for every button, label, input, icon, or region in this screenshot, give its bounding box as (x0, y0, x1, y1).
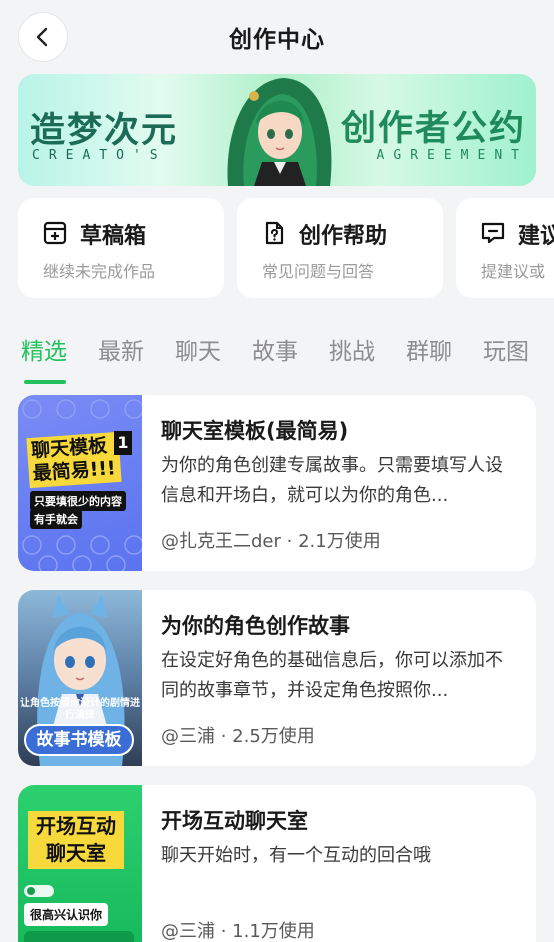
creation-help-title: 创作帮助 (299, 224, 388, 249)
active-tab-indicator (24, 380, 66, 384)
anime-character-illustration (227, 78, 332, 186)
creator-agreement-banner[interactable]: 造梦次元 CREATO'S 创作者公约 AGREEMENT (18, 74, 536, 186)
template-author-usage: @三浦 · 2.5万使用 (161, 726, 315, 747)
tab-image-play[interactable]: 玩图 (483, 332, 529, 366)
category-tabs: 精选 最新 聊天 故事 挑战 群聊 玩图 (0, 330, 554, 386)
drafts-title: 草稿箱 (80, 224, 147, 249)
template-description: 聊天开始时，有一个互动的回合哦 (161, 845, 431, 866)
banner-agreement-title: 创作者公约 (340, 109, 526, 149)
template-description: 在设定好角色的基础信息后，你可以添加不同的故事章节，并设定角色按照你... (161, 650, 503, 701)
drafts-subtitle: 继续未完成作品 (43, 262, 156, 281)
thumbnail-pill: 故事书模板 (24, 724, 134, 756)
template-title: 聊天室模板(最简易) (161, 419, 349, 443)
template-title: 为你的角色创作故事 (161, 614, 350, 638)
template-thumbnail: 让角色按照你设计的剧情进行演绎 故事书模板 (18, 590, 142, 766)
tab-featured[interactable]: 精选 (21, 332, 67, 366)
banner-brand-subtitle: CREATO'S (32, 148, 167, 163)
thumbnail-caption: 让角色按照你设计的剧情进行演绎 (20, 698, 140, 721)
thumbnail-label: 聊天模板 最简易!!! (26, 431, 122, 489)
tab-challenge[interactable]: 挑战 (329, 332, 375, 366)
tab-group-chat[interactable]: 群聊 (406, 332, 452, 366)
suggestions-card[interactable]: 建议 提建议或 (456, 198, 554, 298)
header: 创作中心 (0, 0, 554, 72)
template-card[interactable]: 让角色按照你设计的剧情进行演绎 故事书模板 为你的角色创作故事 在设定好角色的基… (18, 590, 536, 766)
quick-actions-row: 草稿箱 继续未完成作品 创作帮助 常见问题与回答 建议 提建议或 (18, 198, 554, 298)
page-title: 创作中心 (229, 27, 325, 53)
banner-agreement-subtitle: AGREEMENT (376, 148, 528, 163)
tab-chat[interactable]: 聊天 (175, 332, 221, 366)
template-card[interactable]: 开场互动 聊天室 很高兴认识你 开场互动聊天室 聊天开始时，有一个互动的回合哦 … (18, 785, 536, 942)
creation-help-subtitle: 常见问题与回答 (262, 262, 375, 281)
template-title: 开场互动聊天室 (161, 809, 308, 833)
template-author-usage: @扎克王二der · 2.1万使用 (161, 531, 381, 552)
suggestions-subtitle: 提建议或 (481, 262, 546, 281)
template-author-usage: @三浦 · 1.1万使用 (161, 921, 315, 942)
template-description: 为你的角色创建专属故事。只需要填写人设信息和开场白，就可以为你的角色... (161, 455, 503, 506)
drafts-card[interactable]: 草稿箱 继续未完成作品 (18, 198, 224, 298)
banner-brand-title: 造梦次元 (30, 111, 179, 151)
thumbnail-chat-bubble: 很高兴认识你 (24, 903, 109, 926)
thumbnail-tag: 只要填很少的内容 (30, 491, 126, 511)
tab-story[interactable]: 故事 (252, 332, 298, 366)
template-card[interactable]: 聊天模板 最简易!!! 1 只要填很少的内容 有手就会 聊天室模板(最简易) 为… (18, 395, 536, 571)
document-help-icon (265, 221, 284, 245)
tab-latest[interactable]: 最新 (98, 332, 144, 366)
thumbnail-tag: 有手就会 (30, 509, 82, 529)
suggestions-title: 建议 (518, 224, 554, 249)
template-thumbnail: 聊天模板 最简易!!! 1 只要填很少的内容 有手就会 (18, 395, 142, 571)
template-thumbnail: 开场互动 聊天室 很高兴认识你 (18, 785, 142, 942)
feedback-message-icon (481, 222, 505, 244)
thumbnail-number: 1 (114, 431, 132, 455)
draft-box-icon (43, 221, 67, 245)
creation-help-card[interactable]: 创作帮助 常见问题与回答 (237, 198, 443, 298)
